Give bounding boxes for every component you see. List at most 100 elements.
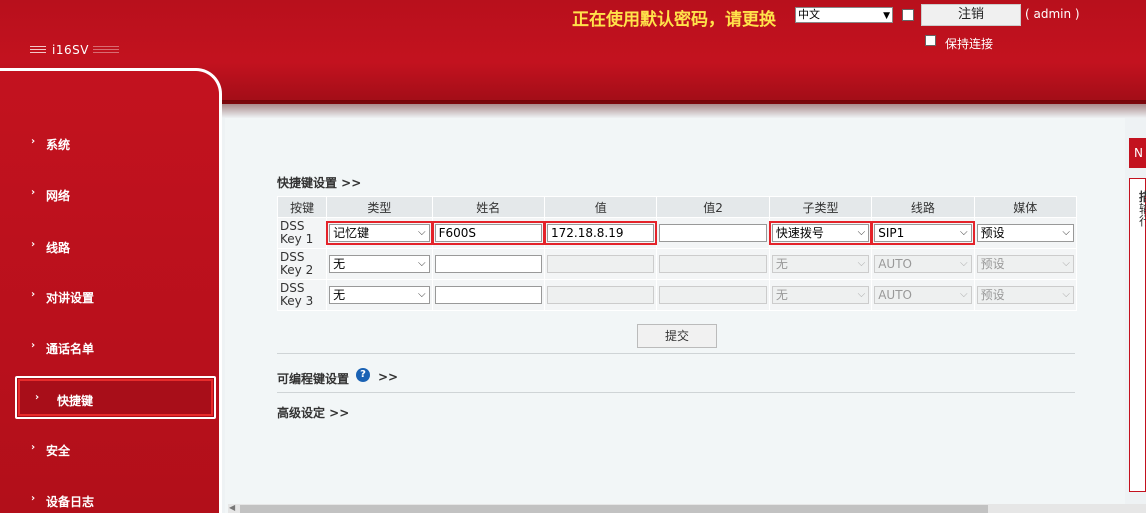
type-select[interactable]: 无 ⌵	[329, 255, 430, 273]
sidebar-item-label: 快捷键	[57, 394, 94, 408]
device-model: i16SV	[52, 43, 89, 57]
chevron-right-icon: ›	[31, 340, 36, 351]
type-value: 无	[333, 257, 346, 271]
header-checkbox[interactable]	[902, 9, 914, 21]
column-header: 线路	[872, 197, 974, 217]
column-header: 姓名	[432, 197, 544, 217]
line-value: AUTO	[878, 257, 912, 271]
chevron-down-icon: ⌵	[857, 289, 866, 300]
chevron-down-icon: ⌵	[1062, 227, 1070, 238]
value-input[interactable]: 172.18.8.19	[543, 221, 658, 245]
sidebar-item-security[interactable]: › 安全	[0, 430, 219, 470]
chevron-down-icon: ⌵	[857, 227, 866, 238]
subtype-value: 快速拨号	[775, 226, 824, 240]
sidebar-item-device-log[interactable]: › 设备日志	[0, 481, 219, 513]
device-logo: i16SV	[30, 43, 119, 57]
divider	[277, 392, 1075, 393]
question-circle-icon[interactable]: ?	[356, 368, 370, 382]
dss-key-label: DSS Key 2	[278, 249, 327, 279]
line-select[interactable]: AUTO ⌵	[874, 286, 972, 304]
sidebar-item-call-list[interactable]: › 通话名单	[0, 328, 219, 368]
dss-section-title[interactable]: 快捷键设置 >>	[277, 174, 361, 191]
table-row: DSS Key 3 无 ⌵ 无 ⌵ AUTO ⌵ 预设 ⌵	[278, 280, 1076, 310]
sidebar-item-system[interactable]: › 系统	[0, 124, 219, 164]
chevron-down-icon: ⌵	[959, 289, 968, 300]
programmable-section-title[interactable]: 可编程键设置	[277, 370, 349, 387]
media-select[interactable]: 预设 ⌵	[976, 224, 1074, 242]
type-select[interactable]: 记忆键 ⌵	[326, 221, 433, 245]
sidebar-item-label: 对讲设置	[46, 291, 95, 305]
right-help-panel: 描 输 行	[1129, 178, 1146, 492]
media-value: 预设	[980, 226, 1005, 240]
logo-bars-icon	[92, 46, 119, 55]
line-select[interactable]: AUTO ⌵	[874, 255, 972, 273]
type-value: 无	[333, 288, 346, 302]
media-select[interactable]: 预设 ⌵	[976, 286, 1074, 304]
value2-input[interactable]	[659, 286, 767, 304]
column-header: 值2	[657, 197, 769, 217]
sidebar-item-network[interactable]: › 网络	[0, 175, 219, 215]
right-panel-text: 行	[1139, 214, 1146, 228]
current-user: ( admin )	[1025, 7, 1080, 21]
chevron-right-icon: ›	[31, 442, 36, 453]
language-select[interactable]: 中文 ▼	[795, 7, 893, 23]
chevron-down-icon: ⌵	[417, 227, 426, 238]
subtype-select[interactable]: 无 ⌵	[771, 286, 870, 304]
sidebar-item-intercom[interactable]: › 对讲设置	[0, 277, 219, 317]
chevron-right-icon: ›	[31, 187, 36, 198]
dss-key-label: DSS Key 3	[278, 280, 327, 310]
language-value: 中文	[798, 8, 820, 21]
chevron-right-icon: ›	[31, 239, 36, 250]
value2-input[interactable]	[659, 224, 767, 242]
name-input[interactable]: F600S	[431, 221, 545, 245]
sidebar-item-label: 设备日志	[46, 495, 95, 509]
right-panel-tab[interactable]: N	[1129, 138, 1146, 168]
table-header-row: 按键 类型 姓名 值 值2 子类型 线路 媒体	[278, 197, 1076, 217]
subtype-select[interactable]: 快速拨号 ⌵	[768, 221, 873, 245]
line-value: SIP1	[878, 226, 905, 240]
chevron-down-icon: ▼	[883, 11, 890, 21]
line-value: AUTO	[878, 288, 912, 302]
column-header: 按键	[278, 197, 327, 217]
name-input[interactable]	[434, 286, 542, 304]
dss-key-table: 按键 类型 姓名 值 值2 子类型 线路 媒体 DSS Key 1 记忆键 ⌵ F…	[277, 196, 1077, 311]
subtype-value: 无	[775, 288, 788, 302]
media-value: 预设	[980, 288, 1005, 302]
dss-key-label: DSS Key 1	[278, 218, 327, 248]
scroll-left-icon[interactable]: ◀	[229, 503, 235, 512]
value-input[interactable]	[546, 286, 655, 304]
keep-connected-label: 保持连接	[945, 37, 994, 51]
keep-connected-checkbox[interactable]	[925, 35, 936, 46]
media-select[interactable]: 预设 ⌵	[976, 255, 1074, 273]
sidebar-item-lines[interactable]: › 线路	[0, 227, 219, 267]
logout-button[interactable]: 注销	[921, 4, 1021, 26]
subtype-select[interactable]: 无 ⌵	[771, 255, 870, 273]
line-select[interactable]: SIP1 ⌵	[871, 221, 975, 245]
column-header: 值	[544, 197, 657, 217]
type-value: 记忆键	[333, 226, 370, 240]
name-input[interactable]	[434, 255, 542, 273]
sidebar-item-label: 通话名单	[46, 342, 95, 356]
column-header: 子类型	[769, 197, 872, 217]
sidebar-item-label: 系统	[46, 138, 71, 152]
chevron-right-icon: ›	[31, 136, 36, 147]
divider	[277, 353, 1075, 354]
chevron-down-icon: ⌵	[959, 258, 968, 269]
logo-bars-icon	[30, 46, 46, 55]
value-input[interactable]	[546, 255, 655, 273]
programmable-section-arrows[interactable]: >>	[378, 370, 398, 384]
scrollbar-thumb[interactable]	[240, 505, 988, 513]
submit-button[interactable]: 提交	[637, 324, 717, 348]
column-header: 类型	[327, 197, 432, 217]
advanced-section-title[interactable]: 高级设定 >>	[277, 404, 349, 421]
chevron-right-icon: ›	[31, 289, 36, 300]
sidebar-item-label: 线路	[46, 241, 71, 255]
value2-input[interactable]	[659, 255, 767, 273]
chevron-right-icon: ›	[35, 392, 40, 403]
sidebar-item-dsskey[interactable]: › 快捷键	[15, 376, 216, 419]
type-select[interactable]: 无 ⌵	[329, 286, 430, 304]
chevron-down-icon: ⌵	[857, 258, 866, 269]
table-row: DSS Key 2 无 ⌵ 无 ⌵ AUTO ⌵ 预设 ⌵	[278, 249, 1076, 279]
chevron-down-icon: ⌵	[1062, 258, 1070, 269]
sidebar-item-label: 网络	[46, 189, 71, 203]
